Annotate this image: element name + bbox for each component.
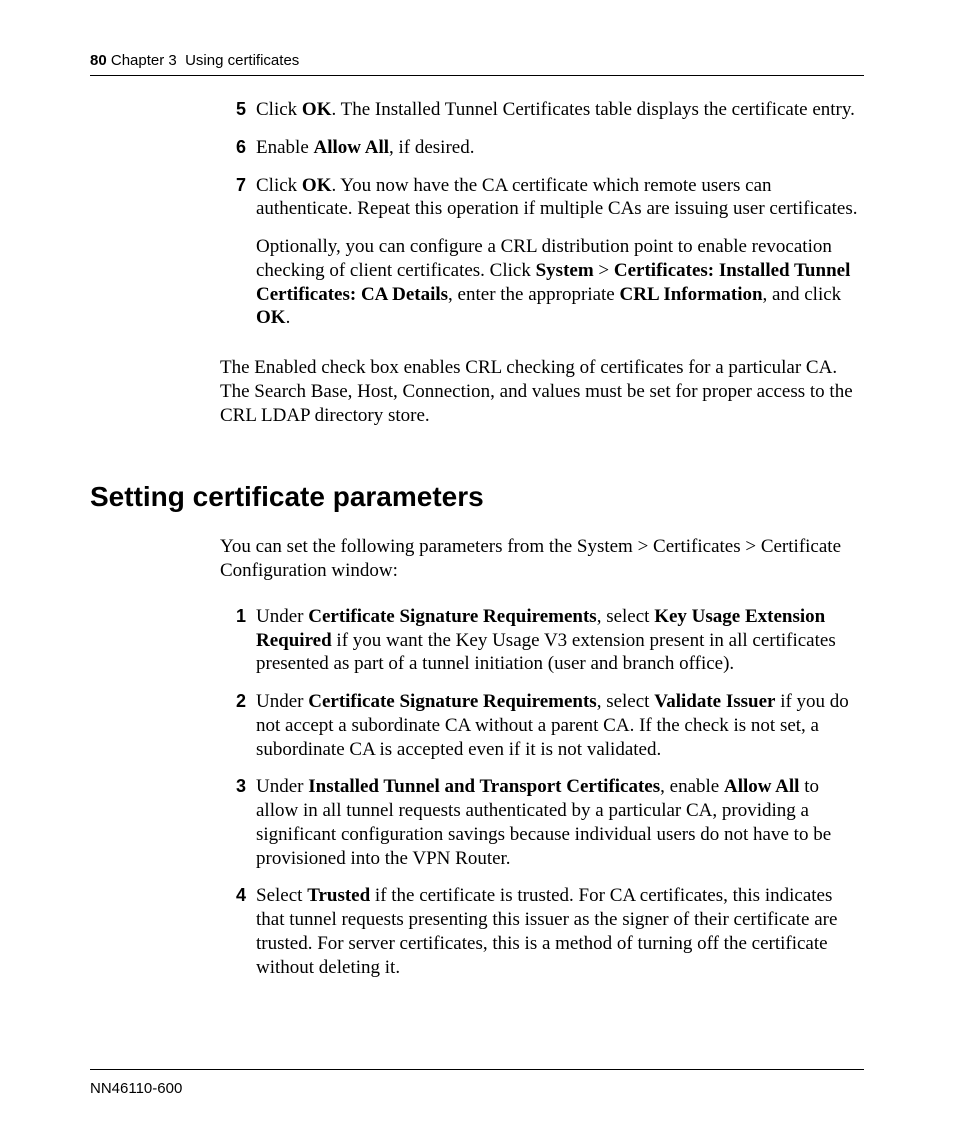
step-number: 3 [220, 775, 246, 798]
chapter-title: Using certificates [185, 52, 299, 69]
section-heading: Setting certificate parameters [90, 481, 864, 513]
step-item: 5 Click OK. The Installed Tunnel Certific… [220, 98, 864, 122]
step-item: 1 Under Certificate Signature Requirement… [220, 605, 864, 676]
step-item: 6 Enable Allow All, if desired. [220, 136, 864, 160]
step-text: Under Certificate Signature Requirements… [256, 606, 836, 675]
document-id: NN46110-600 [90, 1080, 864, 1097]
footer-rule [90, 1069, 864, 1070]
step-number: 1 [220, 605, 246, 628]
header-rule [90, 75, 864, 76]
step-number: 7 [220, 174, 246, 197]
step-extra: Optionally, you can configure a CRL dist… [256, 235, 864, 330]
step-text: Under Certificate Signature Requirements… [256, 691, 849, 760]
step-item: 2 Under Certificate Signature Requirement… [220, 690, 864, 761]
page: 80 Chapter 3 Using certificates 5 Click O… [0, 0, 954, 1145]
step-text: Under Installed Tunnel and Transport Cer… [256, 776, 831, 868]
page-footer: NN46110-600 [90, 1069, 864, 1097]
step-number: 6 [220, 136, 246, 159]
body-column: 5 Click OK. The Installed Tunnel Certific… [220, 98, 864, 427]
step-list-continued: 5 Click OK. The Installed Tunnel Certific… [220, 98, 864, 330]
body-column: You can set the following parameters fro… [220, 535, 864, 979]
step-text: Click OK. The Installed Tunnel Certifica… [256, 99, 855, 120]
paragraph: You can set the following parameters fro… [220, 535, 864, 583]
step-text: Enable Allow All, if desired. [256, 137, 474, 158]
page-number: 80 [90, 52, 107, 69]
step-list: 1 Under Certificate Signature Requirement… [220, 605, 864, 980]
step-number: 4 [220, 884, 246, 907]
chapter-label: Chapter 3 [111, 52, 177, 69]
step-item: 4 Select Trusted if the certificate is tr… [220, 884, 864, 979]
step-text: Select Trusted if the certificate is tru… [256, 885, 837, 977]
step-number: 2 [220, 690, 246, 713]
paragraph: The Enabled check box enables CRL checki… [220, 356, 864, 427]
running-head: 80 Chapter 3 Using certificates [90, 52, 864, 69]
step-text: Click OK. You now have the CA certificat… [256, 175, 857, 220]
step-item: 7 Click OK. You now have the CA certifica… [220, 174, 864, 331]
step-number: 5 [220, 98, 246, 121]
step-item: 3 Under Installed Tunnel and Transport Ce… [220, 775, 864, 870]
